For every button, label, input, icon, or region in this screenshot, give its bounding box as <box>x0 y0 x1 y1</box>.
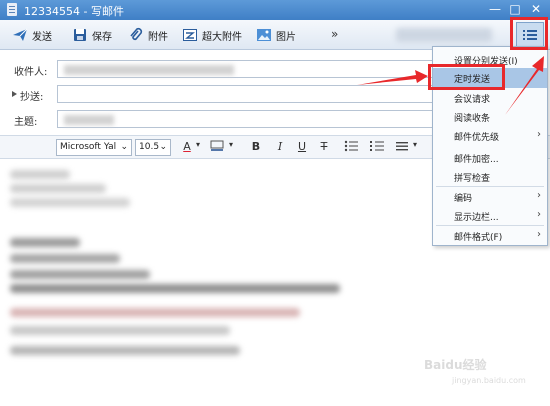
annotation-arrows <box>357 56 544 115</box>
arrow-icon <box>357 70 428 85</box>
watermark: Baidu经验 <box>424 358 487 372</box>
watermark-url: jingyan.baidu.com <box>452 376 526 385</box>
arrow-icon <box>505 56 544 115</box>
